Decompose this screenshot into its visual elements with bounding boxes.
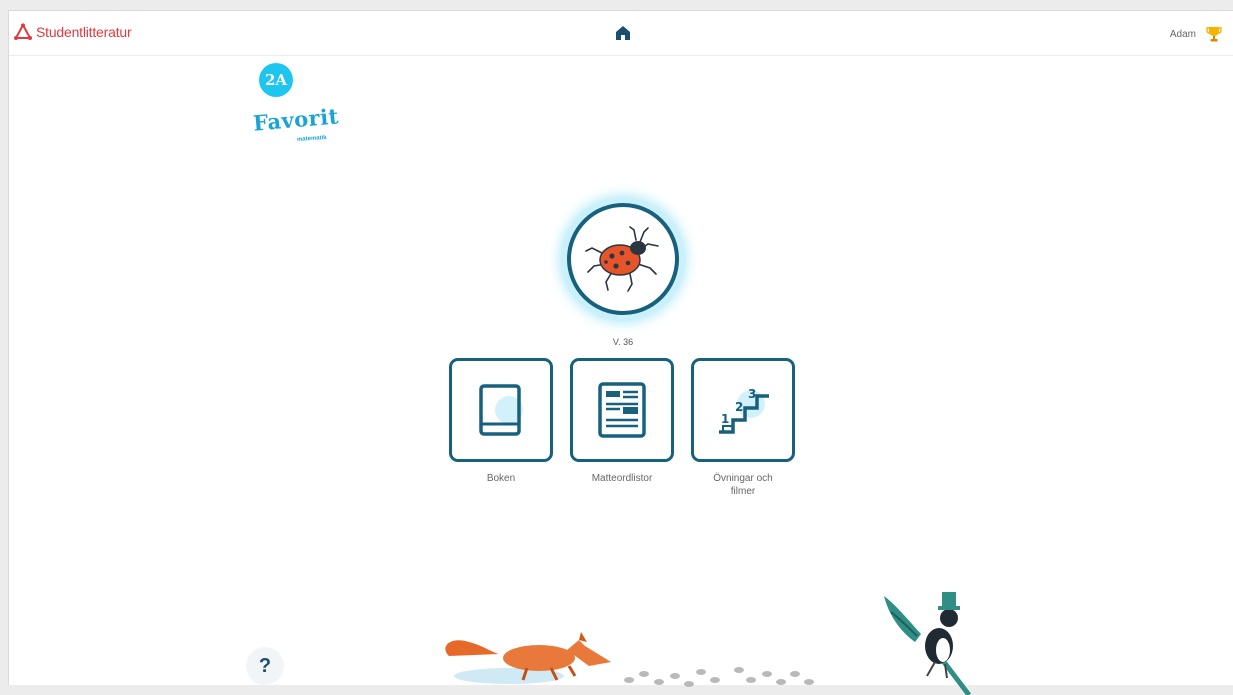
user-name[interactable]: Adam	[1170, 29, 1196, 40]
studentlitteratur-logo-icon	[14, 23, 32, 40]
week-selector[interactable]: V. 36	[567, 203, 679, 347]
brand-name: Studentlitteratur	[36, 24, 132, 40]
tile-matteordlistor-label: Matteordlistor	[591, 473, 653, 484]
decorative-scene-illustration	[445, 592, 971, 695]
svg-text:3: 3	[748, 387, 756, 401]
fox-illustration	[445, 632, 611, 684]
trophy-icon[interactable]	[1206, 25, 1222, 43]
tile-boken-box[interactable]	[449, 358, 553, 462]
brand-logo[interactable]: Studentlitteratur	[13, 23, 132, 41]
help-button[interactable]: ?	[246, 647, 284, 685]
book-icon	[479, 384, 523, 436]
pebbles-illustration	[624, 667, 814, 687]
week-label: V. 36	[612, 337, 634, 347]
app-window: Studentlitteratur Adam 2A Favorit matema…	[8, 10, 1233, 695]
home-icon	[616, 26, 630, 40]
series-title: Favorit	[252, 103, 340, 136]
tile-ovningar-box[interactable]: 1 2 3	[691, 358, 795, 462]
series-logo: 2A Favorit matematik	[252, 63, 340, 143]
tile-ovningar-label: Övningar och filmer	[713, 473, 773, 497]
svg-text:2: 2	[735, 400, 743, 414]
series-subtitle: matematik	[296, 134, 327, 144]
tile-boken-label: Boken	[486, 473, 516, 484]
user-area[interactable]: Adam	[1170, 25, 1222, 43]
home-button[interactable]	[614, 24, 632, 42]
tile-boken[interactable]: Boken	[449, 358, 553, 498]
tile-matteordlistor-box[interactable]	[570, 358, 674, 462]
magpie-illustration	[884, 592, 971, 695]
grade-badge: 2A	[259, 63, 293, 97]
word-list-icon	[598, 382, 646, 438]
svg-text:1: 1	[721, 412, 729, 426]
resource-tiles: Boken Matteordlistor 1 2 3 Övningar och …	[449, 358, 795, 498]
ladybug-icon	[585, 226, 659, 292]
stairs-123-icon: 1 2 3	[719, 387, 769, 434]
tile-matteordlistor[interactable]: Matteordlistor	[570, 358, 674, 498]
tile-ovningar[interactable]: 1 2 3 Övningar och filmer	[691, 358, 795, 498]
top-bar: Studentlitteratur Adam	[9, 11, 1233, 56]
week-button[interactable]	[567, 203, 679, 315]
